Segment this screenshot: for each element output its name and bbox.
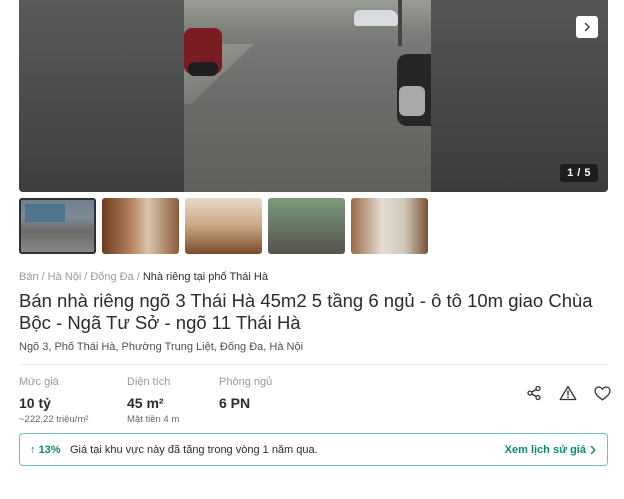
price-stat: Mức giá 10 tỷ ~222,22 triệu/m²: [19, 376, 88, 425]
bedrooms-label: Phòng ngủ: [219, 376, 273, 388]
breadcrumb-separator: /: [41, 271, 45, 283]
price-history-link[interactable]: Xem lịch sử giá: [505, 444, 597, 456]
breadcrumb-separator: /: [84, 271, 88, 283]
trend-percent: ↑ 13%: [30, 444, 61, 456]
share-button[interactable]: [524, 383, 544, 403]
bedrooms-stat: Phòng ngủ 6 PN: [219, 376, 272, 411]
image-gallery[interactable]: 1 / 5: [19, 0, 608, 192]
listing-title: Bán nhà riêng ngõ 3 Thái Hà 45m2 5 tầng …: [19, 290, 593, 333]
main-photo[interactable]: [184, 0, 431, 192]
report-icon: [559, 385, 577, 401]
arrow-up-icon: ↑: [30, 444, 36, 456]
area-label: Diện tích: [127, 376, 171, 388]
photo-car: [354, 10, 398, 26]
price-history-label: Xem lịch sử giá: [504, 444, 586, 456]
report-button[interactable]: [558, 383, 578, 403]
share-icon: [527, 385, 541, 401]
heart-icon: [593, 385, 611, 400]
favorite-button[interactable]: [592, 383, 612, 403]
trend-message: Giá tại khu vực này đã tăng trong vòng 1…: [70, 444, 318, 456]
frontage-value: Mặt tiền 4 m: [127, 414, 180, 425]
bedrooms-value: 6 PN: [219, 395, 251, 411]
breadcrumb: Bán / Hà Nội / Đống Đa / Nhà riêng tại phố Thá…: [19, 271, 268, 283]
thumbnail-3[interactable]: [185, 198, 262, 254]
gallery-counter: 1 / 5: [560, 164, 598, 182]
thumbnail-strip: [19, 198, 428, 254]
price-per-m2: ~222,22 triệu/m²: [19, 414, 89, 425]
area-stat: Diện tích 45 m² Mặt tiền 4 m: [127, 376, 179, 425]
gallery-blur-left: [19, 0, 184, 192]
photo-motorbike-left-seat: [188, 62, 218, 76]
chevron-right-icon: [584, 22, 590, 32]
photo-motorbike-right-body: [399, 86, 425, 116]
thumbnail-5[interactable]: [351, 198, 428, 254]
price-value: 10 tỷ: [19, 395, 51, 411]
chevron-right-icon: [590, 445, 596, 455]
breadcrumb-separator: /: [136, 271, 140, 283]
trend-percent-value: 13%: [38, 444, 61, 456]
thumbnail-2[interactable]: [102, 198, 179, 254]
thumbnail-4[interactable]: [268, 198, 345, 254]
photo-pole: [398, 0, 402, 46]
listing-stats: Mức giá 10 tỷ ~222,22 triệu/m² Diện tích…: [19, 376, 608, 425]
listing-actions: [524, 383, 612, 403]
divider: [19, 364, 608, 365]
breadcrumb-item[interactable]: Hà Nội: [48, 271, 82, 283]
breadcrumb-item[interactable]: Bán: [19, 271, 39, 283]
price-trend-banner: ↑ 13% Giá tại khu vực này đã tăng trong …: [19, 433, 608, 466]
area-value: 45 m²: [127, 395, 164, 411]
gallery-next-button[interactable]: [576, 16, 598, 38]
breadcrumb-item[interactable]: Đống Đa: [90, 271, 133, 283]
price-label: Mức giá: [19, 376, 59, 388]
listing-address: Ngõ 3, Phố Thái Hà, Phường Trung Liệt, Đ…: [19, 341, 304, 353]
breadcrumb-current: Nhà riêng tại phố Thái Hà: [142, 271, 268, 283]
thumbnail-1[interactable]: [19, 198, 96, 254]
